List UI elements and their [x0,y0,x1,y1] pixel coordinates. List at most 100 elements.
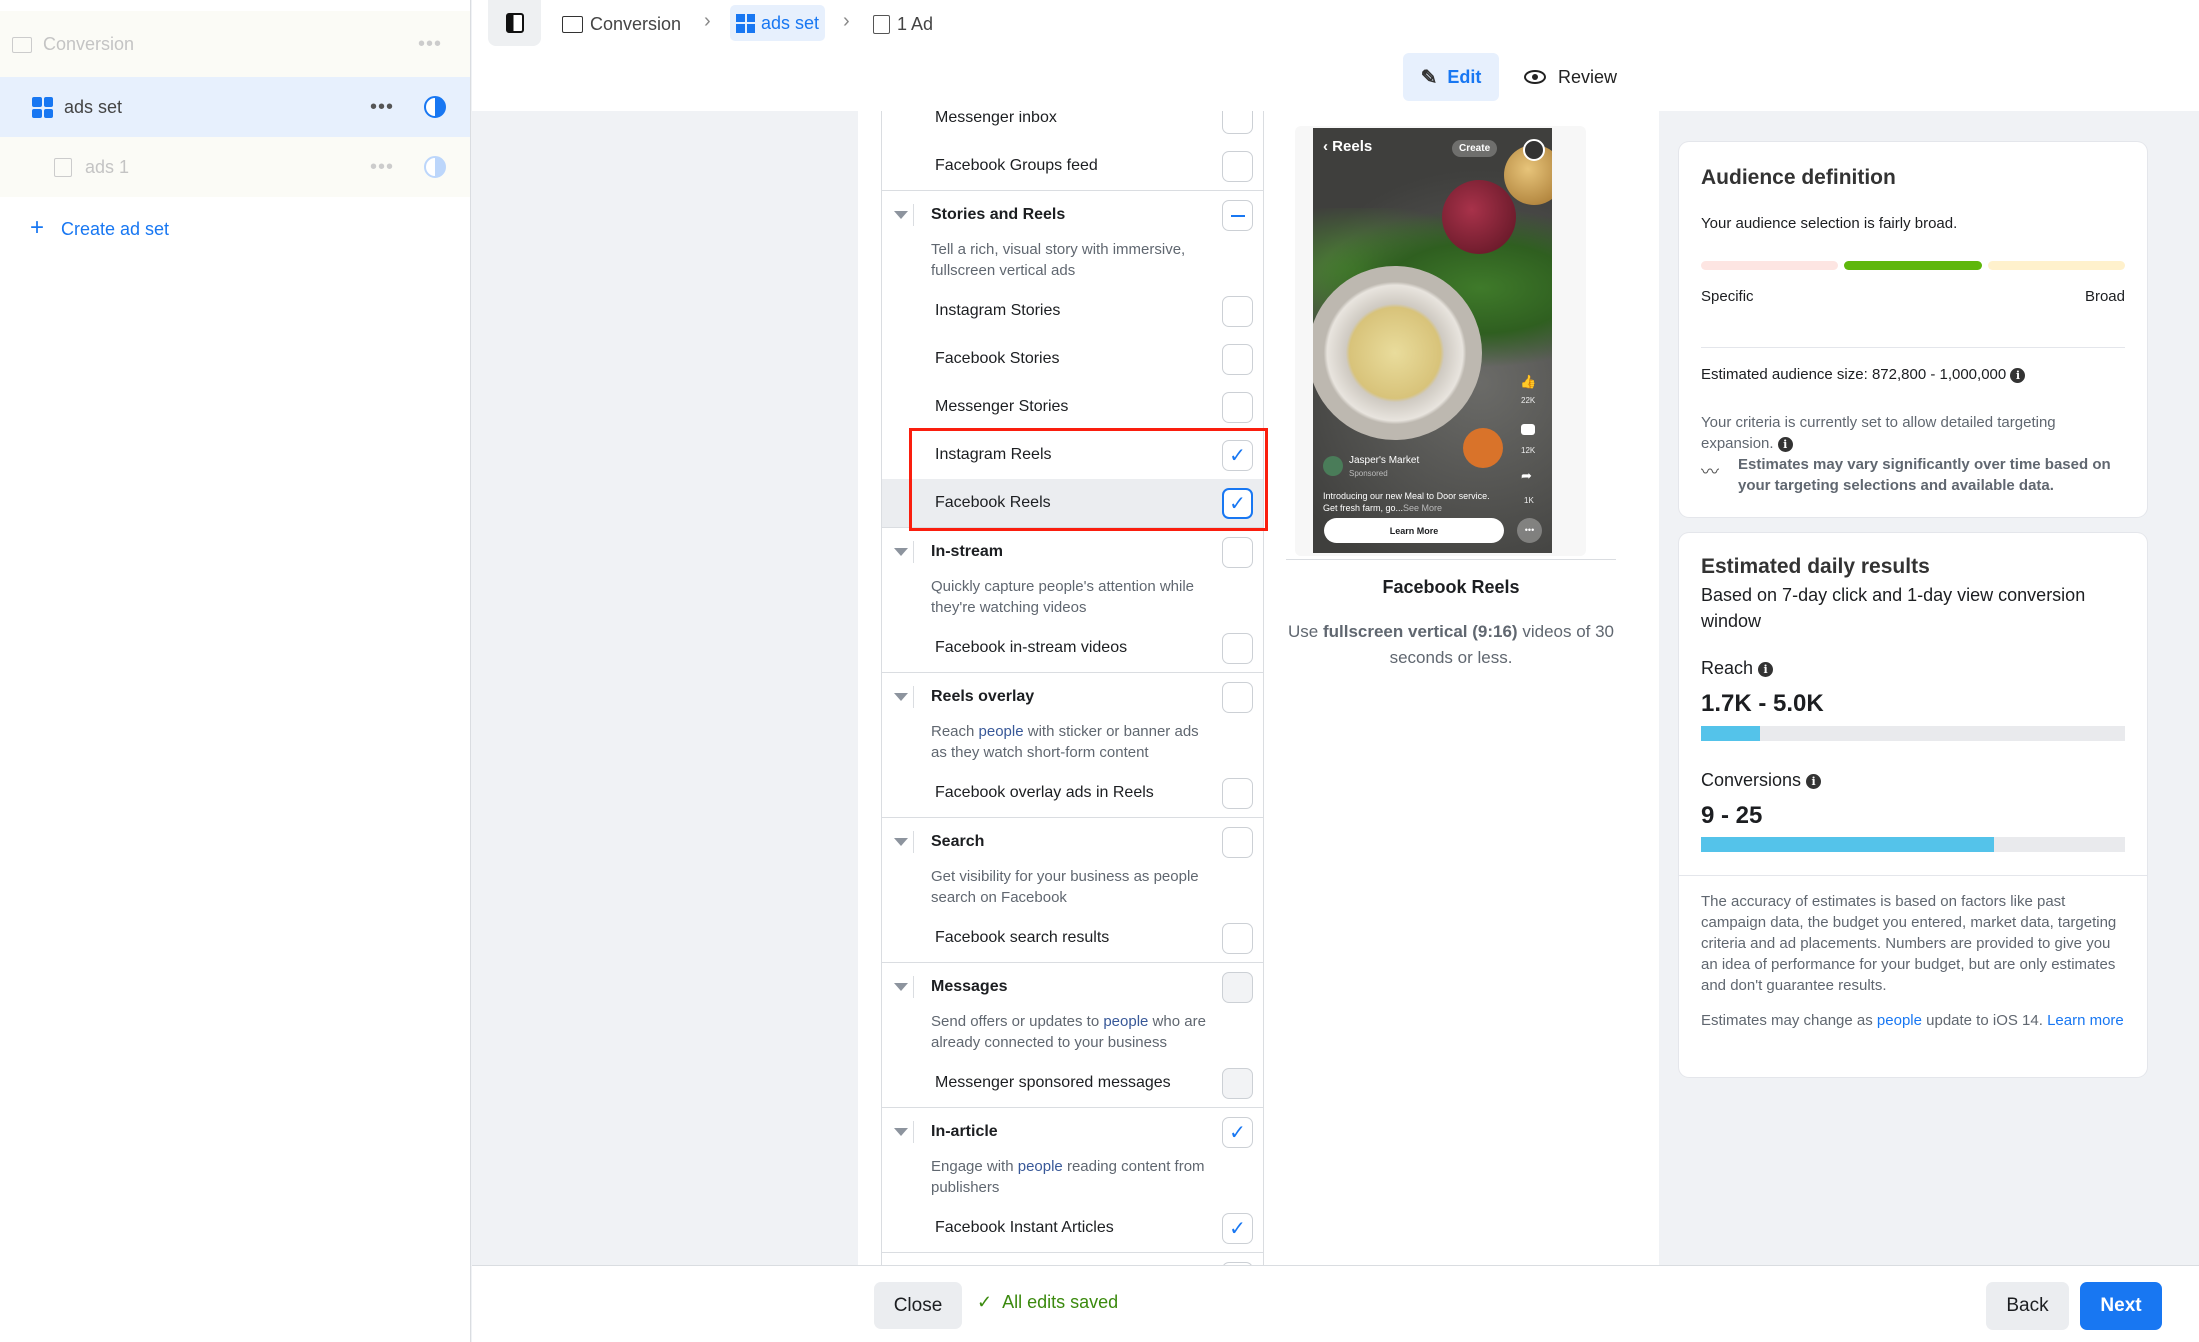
edit-tab[interactable]: ✎ Edit [1403,53,1499,101]
breadcrumb-ad-set[interactable]: ads set [730,5,826,41]
placement-item[interactable]: Messenger Stories [882,383,1263,431]
breadcrumb-campaign[interactable]: Conversion [562,8,681,40]
learn-more-link[interactable]: Learn more [2047,1012,2124,1029]
placement-item[interactable]: Facebook Stories [882,335,1263,383]
placement-item-label: Instagram Reels [935,446,1052,463]
placement-checkbox[interactable] [1222,633,1253,664]
placement-checkbox[interactable] [1222,537,1253,568]
collapse-triangle-icon[interactable] [894,1128,908,1136]
placement-checkbox[interactable] [1222,344,1253,375]
placement-checkbox[interactable] [1222,296,1253,327]
placement-checkbox[interactable] [1222,151,1253,182]
placement-item[interactable]: Facebook Groups feed [882,142,1263,190]
toggle-sidebar-button[interactable] [488,0,541,46]
people-link[interactable]: people [1877,1012,1922,1029]
review-tab[interactable]: Review [1524,53,1617,101]
info-icon[interactable]: i [1806,773,1822,789]
placement-item[interactable]: Facebook overlay ads in Reels [882,769,1263,817]
placement-checkbox[interactable] [1222,682,1253,713]
plus-icon: + [30,214,45,241]
placement-item[interactable]: Messenger sponsored messages [882,1059,1263,1107]
sidebar-item-ad-set[interactable]: ads set ••• [0,77,470,137]
more-options-icon[interactable]: ••• [418,33,442,56]
save-status: ✓ All edits saved [977,1292,1119,1312]
description-text: Get visibility for your business as peop… [931,868,1199,906]
info-icon[interactable]: i [1777,436,1793,452]
info-icon[interactable]: i [1758,661,1774,677]
description-text: Send offers or updates to [931,1013,1104,1030]
placement-item-label: Facebook Stories [935,350,1060,367]
placement-group-description: Send offers or updates to people who are… [882,1011,1212,1059]
reach-bar [1701,726,2125,741]
placements-panel: Messenger inbox Facebook Groups feed Stori… [858,111,1659,1265]
sponsored-label: Sponsored [1349,469,1388,478]
placement-checkbox[interactable] [1222,923,1253,954]
placement-checkbox[interactable] [1222,200,1253,231]
description-text: Reach [931,723,979,740]
audience-size: Estimated audience size: 872,800 - 1,000… [1701,366,2026,383]
placement-checkbox[interactable] [1222,111,1253,134]
placement-group-title: Reels overlay [931,688,1035,705]
placement-item-label: Messenger inbox [935,111,1057,126]
comment-icon [1521,424,1535,435]
close-button[interactable]: Close [874,1282,962,1329]
placement-item[interactable]: Facebook in-stream videos [882,624,1263,672]
placement-group-header: In-article ✓ [882,1108,1263,1156]
placement-item[interactable]: Instagram Stories [882,287,1263,335]
status-half-circle-icon [424,96,446,118]
placement-group-header: Stories and Reels [882,191,1263,239]
collapse-triangle-icon[interactable] [894,548,908,556]
card-subtitle: Based on 7-day click and 1-day view conv… [1701,585,2086,631]
next-button[interactable]: Next [2080,1282,2162,1330]
collapse-triangle-icon[interactable] [894,983,908,991]
breadcrumb-ad[interactable]: 1 Ad [873,8,933,40]
meter-segment-specific [1701,261,1839,270]
top-bar: Conversion › ads set › 1 Ad ✎ Edit Revie… [472,0,2199,111]
conversions-value: 9 - 25 [1701,802,1763,829]
collapse-triangle-icon[interactable] [894,693,908,701]
info-icon[interactable]: i [2010,367,2026,383]
carrot-image [1463,428,1503,468]
reels-preview-screen: ‹ Reels Create 👍 22K 12K ➦ 1K Jasper's M… [1313,128,1552,553]
breadcrumb-label: 1 Ad [897,13,934,34]
people-link[interactable]: people [979,723,1024,740]
placement-item[interactable]: Instagram Reels ✓ [882,431,1263,479]
placement-checkbox[interactable]: ✓ [1222,440,1253,471]
audience-definition-card: Audience definition Your audience select… [1679,142,2147,517]
placement-checkbox[interactable]: ✓ [1222,1117,1253,1148]
accuracy-note: The accuracy of estimates is based on fa… [1701,893,2117,994]
grid-icon [32,97,53,118]
people-link[interactable]: people [1018,1158,1063,1175]
placement-checkbox[interactable]: ✓ [1222,1213,1253,1244]
bowl-image [1313,266,1482,440]
sidebar-item-ad[interactable]: ads 1 ••• [0,137,470,197]
status-half-circle-icon [424,156,446,178]
criteria-note: Your criteria is currently set to allow … [1701,414,2056,452]
collapse-triangle-icon[interactable] [894,211,908,219]
create-pill: Create [1452,140,1498,157]
more-options-icon[interactable]: ••• [370,156,394,179]
placement-item[interactable]: Facebook Reels ✓ [882,479,1263,527]
placement-item[interactable]: Messenger inbox [882,111,1263,142]
placement-item[interactable]: Facebook search results [882,914,1263,962]
sidebar-item-campaign[interactable]: Conversion ••• [0,11,470,77]
placement-checkbox[interactable]: ✓ [1222,488,1253,519]
meter-segment-broad [1987,261,2125,270]
placement-checkbox[interactable] [1222,827,1253,858]
separator [913,204,914,226]
placement-group-header: Search [882,818,1263,866]
placement-group-title: Messages [931,978,1008,995]
placement-checkbox[interactable] [1222,778,1253,809]
people-link[interactable]: people [1103,1013,1148,1030]
placement-group-header-partial [882,1253,1263,1265]
placement-checkbox[interactable] [1222,392,1253,423]
separator [913,541,914,563]
placement-item[interactable]: Facebook Instant Articles ✓ [882,1204,1263,1252]
back-button[interactable]: Back [1986,1282,2069,1330]
placement-item-label: Facebook Instant Articles [935,1219,1114,1236]
breadcrumb-label: Conversion [590,13,682,34]
collapse-triangle-icon[interactable] [894,838,908,846]
placement-item-label: Instagram Stories [935,302,1061,319]
more-options-icon[interactable]: ••• [370,96,394,119]
create-ad-set-button[interactable]: + Create ad set [0,212,470,246]
